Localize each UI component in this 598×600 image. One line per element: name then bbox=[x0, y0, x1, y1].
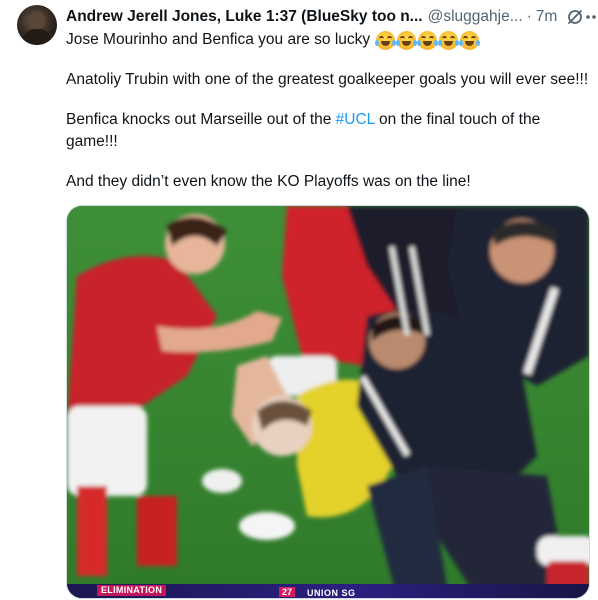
line3-before: Benfica knocks out Marseille out of the bbox=[66, 111, 336, 128]
laughing-emoji-icon bbox=[396, 30, 418, 50]
line1-text: Jose Mourinho and Benfica you are so luc… bbox=[66, 31, 371, 48]
laughing-emoji-icon bbox=[417, 30, 439, 50]
score-number: 27 bbox=[279, 587, 296, 597]
post-line-4: And they didn’t even know the KO Playoff… bbox=[66, 173, 471, 190]
elimination-label: ELIMINATION bbox=[97, 585, 167, 596]
hashtag-link[interactable]: #UCL bbox=[336, 111, 375, 128]
avatar[interactable] bbox=[17, 5, 57, 45]
separator-dot: · bbox=[526, 8, 532, 25]
laughing-emoji-icon bbox=[438, 30, 460, 50]
post-text: Jose Mourinho and Benfica you are so luc… bbox=[66, 29, 591, 190]
post-header: Andrew Jerell Jones, Luke 1:37 (BlueSky … bbox=[66, 6, 597, 28]
post-line-3: Benfica knocks out Marseille out of the … bbox=[66, 109, 566, 153]
author-name[interactable]: Andrew Jerell Jones, Luke 1:37 (BlueSky … bbox=[66, 8, 423, 26]
post-media-image[interactable]: ELIMINATION 27 UNION SG bbox=[66, 205, 590, 599]
post-time[interactable]: 7m bbox=[536, 8, 558, 26]
broadcast-scorebar: ELIMINATION 27 UNION SG bbox=[67, 584, 589, 598]
post-line-1: Jose Mourinho and Benfica you are so luc… bbox=[66, 29, 591, 51]
grok-icon[interactable] bbox=[566, 8, 584, 26]
team-name: UNION SG bbox=[307, 588, 356, 598]
laughing-emoji-icon bbox=[459, 30, 481, 50]
post-line-2: Anatoliy Trubin with one of the greatest… bbox=[66, 71, 589, 88]
avatar-head bbox=[29, 12, 45, 30]
avatar-body bbox=[23, 29, 51, 45]
laughing-emoji-icon bbox=[375, 30, 397, 50]
author-handle[interactable]: @sluggahje... bbox=[428, 8, 523, 26]
more-icon[interactable] bbox=[584, 8, 598, 26]
match-scene-illustration bbox=[67, 206, 589, 598]
emoji-group bbox=[375, 30, 481, 50]
